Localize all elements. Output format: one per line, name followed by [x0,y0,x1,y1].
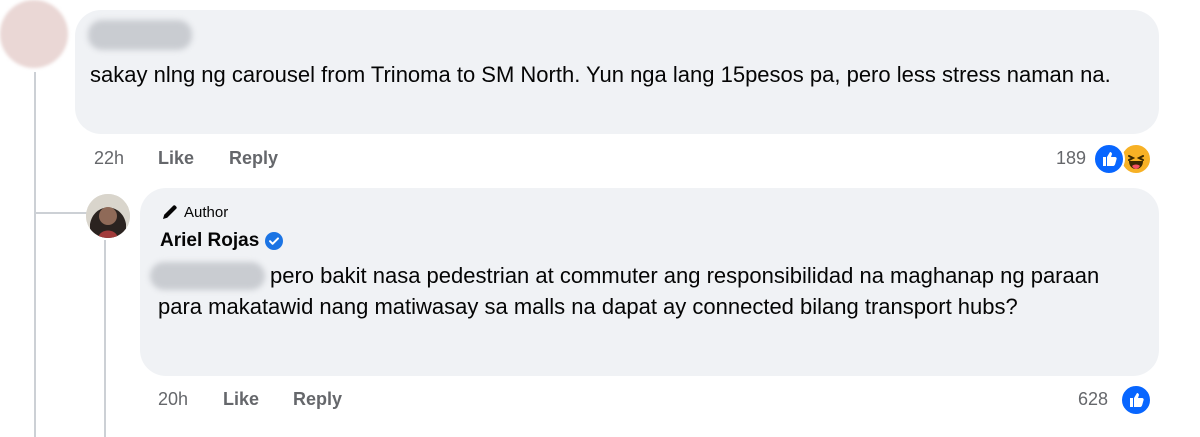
author-badge-label: Author [184,203,229,221]
thread-line-main [34,72,36,437]
author-badge: Author [160,202,228,222]
reply-button[interactable]: Reply [229,148,278,169]
like-button[interactable]: Like [158,148,194,169]
reply-like-button[interactable]: Like [223,389,259,410]
author-name[interactable]: Ariel Rojas [160,230,259,252]
commenter-name-redacted[interactable] [88,20,192,50]
like-icon [1093,143,1125,175]
pencil-icon [160,202,180,222]
reaction-count[interactable]: 189 [1056,148,1086,169]
reply-reaction-count[interactable]: 628 [1078,389,1108,410]
comment-text: sakay nlng ng carousel from Trinoma to S… [90,62,1111,87]
commenter-avatar[interactable] [0,0,68,68]
reply-text: pero bakit nasa pedestrian at commuter a… [158,263,1100,319]
author-name-row: Ariel Rojas [160,230,284,252]
comment-time[interactable]: 22h [94,148,124,169]
reply-time[interactable]: 20h [158,389,188,410]
reply-reply-button[interactable]: Reply [293,389,342,410]
author-avatar[interactable] [86,194,130,238]
thread-line-branch [34,212,88,214]
thread-line-reply [104,240,106,437]
like-icon [1120,384,1152,416]
verified-icon [265,232,284,250]
